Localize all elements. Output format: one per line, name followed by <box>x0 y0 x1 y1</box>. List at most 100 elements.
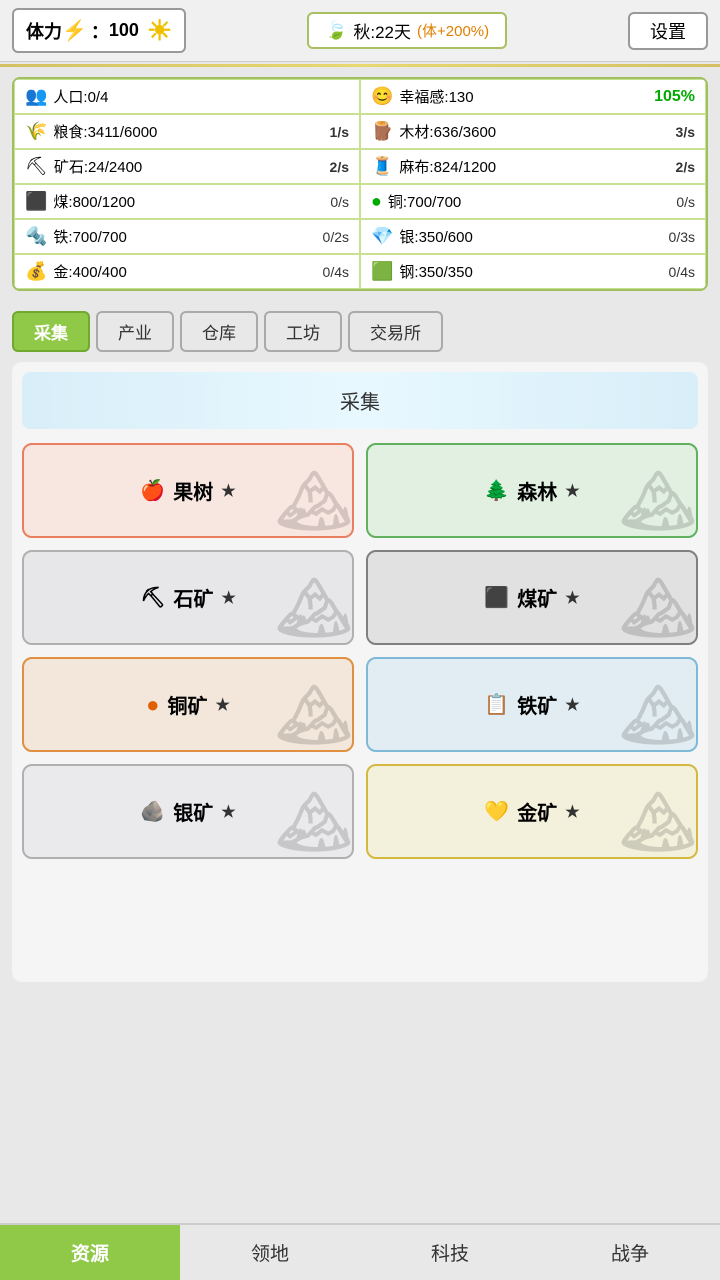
resource-grid: 👥 人口:0/4 😊 幸福感:130 105% 🌾 粮食:3411/6000 1… <box>14 79 706 289</box>
nav-tech[interactable]: 科技 <box>360 1225 540 1280</box>
silver-rate: 0/3s <box>669 229 695 245</box>
happiness-percent: 105% <box>654 88 695 106</box>
tab-exchange[interactable]: 交易所 <box>348 311 443 352</box>
coal-mine-icon: ⬛ <box>484 585 509 610</box>
nav-territory[interactable]: 领地 <box>180 1225 360 1280</box>
cards-grid: 🏔 🍎 果树 ★ 🏔 🌲 森林 ★ 🏔 ⛏ 石矿 ★ <box>22 443 698 859</box>
ore-rate: 2/s <box>330 159 349 175</box>
coal-icon: ⬛ <box>25 191 47 212</box>
card-label-gold: 💛 金矿 ★ <box>484 797 579 826</box>
silver-text: 银矿 <box>173 797 213 826</box>
steel-value: 钢:350/350 <box>399 261 472 282</box>
nav-war[interactable]: 战争 <box>540 1225 720 1280</box>
steel-rate: 0/4s <box>669 264 695 280</box>
bottom-nav: 资源 领地 科技 战争 <box>0 1223 720 1280</box>
wood-value: 木材:636/3600 <box>399 121 496 142</box>
season-leaf-icon: 🍃 <box>325 20 347 41</box>
season-bonus: (体+200%) <box>417 20 489 41</box>
iron-text: 铁矿 <box>517 690 557 719</box>
happiness-icon: 😊 <box>371 86 393 107</box>
wood-icon: 🪵 <box>371 121 393 142</box>
copper-text: 铜矿 <box>167 690 207 719</box>
silver-mine-icon: 🪨 <box>140 799 165 824</box>
card-label-forest: 🌲 森林 ★ <box>484 476 579 505</box>
iron-value: 铁:700/700 <box>53 226 126 247</box>
sun-icon: ☀ <box>147 14 172 47</box>
card-stone-mine[interactable]: 🏔 ⛏ 石矿 ★ <box>22 550 354 645</box>
cloth-rate: 2/s <box>676 159 695 175</box>
cloth-icon: 🧵 <box>371 156 393 177</box>
forest-star: ★ <box>565 481 579 501</box>
iron-mine-icon: 📋 <box>484 692 509 717</box>
card-label-fruit: 🍎 果树 ★ <box>140 476 235 505</box>
top-bar: 体力 ⚡ ： 100 ☀ 🍃 秋:22天 (体+200%) 设置 <box>0 0 720 62</box>
gold-mine-icon: 💛 <box>484 799 509 824</box>
steel-icon: 🟩 <box>371 261 393 282</box>
silver-icon: 💎 <box>371 226 393 247</box>
stamina-icon: ⚡ <box>62 18 87 43</box>
main-content: 采集 🏔 🍎 果树 ★ 🏔 🌲 森林 ★ 🏔 ⛏ 石矿 <box>12 362 708 982</box>
content-header: 采集 <box>22 372 698 429</box>
card-label-copper: ● 铜矿 ★ <box>146 690 230 719</box>
copper-cell: ● 铜:700/700 0/s <box>360 184 706 219</box>
iron-star: ★ <box>565 695 579 715</box>
gold-cell: 💰 金:400/400 0/4s <box>14 254 360 289</box>
coal-text: 煤矿 <box>517 583 557 612</box>
steel-cell: 🟩 钢:350/350 0/4s <box>360 254 706 289</box>
copper-value: 铜:700/700 <box>388 191 461 212</box>
content-title: 采集 <box>340 392 380 414</box>
wood-rate: 3/s <box>676 124 695 140</box>
copper-icon: ● <box>371 191 382 212</box>
wood-cell: 🪵 木材:636/3600 3/s <box>360 114 706 149</box>
copper-star: ★ <box>215 695 229 715</box>
ore-value: 矿石:24/2400 <box>54 156 142 177</box>
gold-rate: 0/4s <box>323 264 349 280</box>
fruit-icon: 🍎 <box>140 478 165 503</box>
card-fruit-tree[interactable]: 🏔 🍎 果树 ★ <box>22 443 354 538</box>
separator-line <box>0 64 720 67</box>
ore-icon: ⛏ <box>25 156 48 177</box>
copper-mine-icon: ● <box>146 692 159 718</box>
food-icon: 🌾 <box>25 121 47 142</box>
stamina-label: 体力 <box>26 18 62 44</box>
gold-icon: 💰 <box>25 261 47 282</box>
food-value: 粮食:3411/6000 <box>53 121 157 142</box>
card-silver-mine[interactable]: 🏔 🪨 银矿 ★ <box>22 764 354 859</box>
silver-cell: 💎 银:350/600 0/3s <box>360 219 706 254</box>
tab-industry[interactable]: 产业 <box>96 311 174 352</box>
settings-button[interactable]: 设置 <box>628 12 708 50</box>
silver-star: ★ <box>221 802 235 822</box>
food-cell: 🌾 粮食:3411/6000 1/s <box>14 114 360 149</box>
resource-panel: 👥 人口:0/4 😊 幸福感:130 105% 🌾 粮食:3411/6000 1… <box>12 77 708 291</box>
coal-rate: 0/s <box>330 194 349 210</box>
stamina-colon: ： <box>91 18 109 44</box>
stamina-value: 100 <box>109 20 139 41</box>
card-iron-mine[interactable]: 🏔 📋 铁矿 ★ <box>366 657 698 752</box>
card-label-coal: ⬛ 煤矿 ★ <box>484 583 579 612</box>
copper-rate: 0/s <box>676 194 695 210</box>
nav-resources[interactable]: 资源 <box>0 1225 180 1280</box>
gold-text: 金矿 <box>517 797 557 826</box>
iron-cell: 🔩 铁:700/700 0/2s <box>14 219 360 254</box>
happiness-value: 幸福感:130 <box>399 86 473 107</box>
stamina-box: 体力 ⚡ ： 100 ☀ <box>12 8 186 53</box>
iron-rate: 0/2s <box>323 229 349 245</box>
card-label-silver: 🪨 银矿 ★ <box>140 797 235 826</box>
tab-gather[interactable]: 采集 <box>12 311 90 352</box>
cloth-cell: 🧵 麻布:824/1200 2/s <box>360 149 706 184</box>
card-gold-mine[interactable]: 🏔 💛 金矿 ★ <box>366 764 698 859</box>
card-coal-mine[interactable]: 🏔 ⬛ 煤矿 ★ <box>366 550 698 645</box>
stone-star: ★ <box>222 588 236 608</box>
fruit-text: 果树 <box>173 476 213 505</box>
forest-text: 森林 <box>517 476 557 505</box>
population-cell: 👥 人口:0/4 <box>14 79 360 114</box>
card-copper-mine[interactable]: 🏔 ● 铜矿 ★ <box>22 657 354 752</box>
cloth-value: 麻布:824/1200 <box>399 156 496 177</box>
happiness-cell: 😊 幸福感:130 105% <box>360 79 706 114</box>
card-forest[interactable]: 🏔 🌲 森林 ★ <box>366 443 698 538</box>
season-box: 🍃 秋:22天 (体+200%) <box>307 12 507 49</box>
coal-star: ★ <box>565 588 579 608</box>
tab-workshop[interactable]: 工坊 <box>264 311 342 352</box>
fruit-star: ★ <box>221 481 235 501</box>
tab-warehouse[interactable]: 仓库 <box>180 311 258 352</box>
